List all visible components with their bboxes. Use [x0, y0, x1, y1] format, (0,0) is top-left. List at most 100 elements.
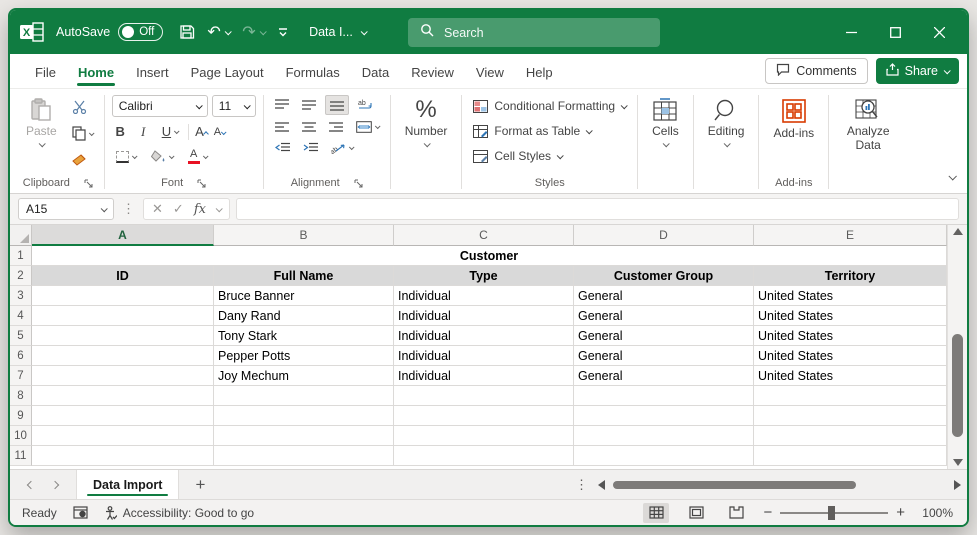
confirm-entry-icon[interactable]: ✓ [173, 201, 184, 217]
scroll-left-arrow[interactable] [598, 479, 605, 490]
cell-D11[interactable] [574, 446, 754, 466]
italic-button[interactable]: I [135, 124, 152, 140]
row-header-5[interactable]: 5 [10, 326, 32, 346]
format-painter-button[interactable] [68, 150, 97, 170]
cell-A11[interactable] [32, 446, 214, 466]
bold-button[interactable]: B [112, 124, 129, 139]
cell-D10[interactable] [574, 426, 754, 446]
namebox-splitter[interactable]: ⋮ [120, 201, 137, 217]
zoom-in-button[interactable]: + [896, 505, 905, 520]
align-left-button[interactable] [271, 118, 293, 136]
cell-C9[interactable] [394, 406, 574, 426]
page-break-preview-button[interactable] [723, 503, 749, 523]
increase-indent-button[interactable] [299, 139, 322, 157]
row-header-7[interactable]: 7 [10, 366, 32, 386]
underline-button[interactable]: U [158, 121, 182, 142]
cell-E7[interactable]: United States [754, 366, 947, 386]
row-header-3[interactable]: 3 [10, 286, 32, 306]
macro-record-button[interactable] [73, 506, 88, 519]
autosave-toggle[interactable]: Off [118, 23, 164, 41]
cell-C2[interactable]: Type [394, 266, 574, 286]
minimize-button[interactable] [829, 13, 873, 51]
normal-view-button[interactable] [643, 502, 670, 523]
scroll-down-arrow[interactable] [952, 459, 963, 466]
cell-D8[interactable] [574, 386, 754, 406]
tab-formulas[interactable]: Formulas [275, 57, 351, 86]
cell-E2[interactable]: Territory [754, 266, 947, 286]
cell-E3[interactable]: United States [754, 286, 947, 306]
sheet-tab-data-import[interactable]: Data Import [76, 470, 180, 499]
cell-D3[interactable]: General [574, 286, 754, 306]
cell-merged-title[interactable]: Customer [32, 246, 947, 266]
cell-B9[interactable] [214, 406, 394, 426]
zoom-slider-track[interactable] [780, 505, 889, 520]
cell-B6[interactable]: Pepper Potts [214, 346, 394, 366]
formula-input[interactable] [235, 198, 959, 220]
row-header-11[interactable]: 11 [10, 446, 32, 466]
zoom-slider-handle[interactable] [828, 505, 836, 520]
cell-B3[interactable]: Bruce Banner [214, 286, 394, 306]
font-color-button[interactable]: A [184, 146, 211, 167]
align-middle-button[interactable] [298, 96, 320, 114]
paste-button[interactable]: Paste [19, 93, 64, 152]
accessibility-status[interactable]: Accessibility: Good to go [104, 506, 254, 520]
cell-A9[interactable] [32, 406, 214, 426]
borders-button[interactable] [112, 148, 140, 166]
scroll-up-arrow[interactable] [952, 228, 963, 235]
editing-button[interactable]: Editing [701, 93, 752, 152]
align-bottom-button[interactable] [324, 95, 349, 115]
cut-button[interactable] [68, 97, 97, 117]
tab-review[interactable]: Review [400, 57, 465, 86]
cell-D9[interactable] [574, 406, 754, 426]
previous-sheet-button[interactable] [20, 478, 42, 492]
number-format-button[interactable]: % Number [398, 93, 455, 152]
addins-button[interactable]: Add-ins [766, 93, 821, 146]
cell-A5[interactable] [32, 326, 214, 346]
collapse-ribbon-button[interactable] [939, 167, 965, 193]
row-header-10[interactable]: 10 [10, 426, 32, 446]
merge-center-button[interactable] [352, 118, 383, 136]
save-button[interactable] [173, 20, 201, 44]
cell-A6[interactable] [32, 346, 214, 366]
fx-chevron-icon[interactable] [215, 204, 223, 212]
row-header-8[interactable]: 8 [10, 386, 32, 406]
quick-access-toolbar-icon[interactable] [271, 23, 295, 41]
fill-color-button[interactable] [147, 147, 177, 166]
horizontal-scrollbar[interactable] [611, 479, 948, 491]
conditional-formatting-button[interactable]: Conditional Formatting [469, 96, 630, 116]
zoom-out-button[interactable]: − [763, 505, 772, 520]
cell-D4[interactable]: General [574, 306, 754, 326]
cell-E8[interactable] [754, 386, 947, 406]
align-top-button[interactable] [271, 96, 293, 114]
copy-button[interactable] [68, 123, 97, 144]
align-right-button[interactable] [325, 118, 347, 136]
cell-B8[interactable] [214, 386, 394, 406]
cell-B4[interactable]: Dany Rand [214, 306, 394, 326]
orientation-button[interactable]: ab [327, 139, 357, 157]
next-sheet-button[interactable] [44, 478, 66, 492]
font-size-select[interactable]: 11 [211, 95, 256, 117]
cell-D6[interactable]: General [574, 346, 754, 366]
undo-button[interactable]: ↶ [201, 18, 236, 46]
cell-C4[interactable]: Individual [394, 306, 574, 326]
cells-button[interactable]: Cells [645, 93, 686, 152]
new-sheet-button[interactable]: + [181, 475, 219, 495]
cell-A10[interactable] [32, 426, 214, 446]
font-dialog-launcher[interactable] [197, 179, 206, 188]
select-all-corner[interactable] [10, 225, 32, 246]
vertical-scrollbar[interactable] [947, 225, 967, 469]
format-as-table-button[interactable]: Format as Table [469, 121, 630, 141]
redo-button[interactable]: ↷ [236, 18, 271, 46]
cell-E10[interactable] [754, 426, 947, 446]
maximize-button[interactable] [873, 13, 917, 51]
cell-A3[interactable] [32, 286, 214, 306]
column-header-D[interactable]: D [574, 225, 754, 246]
horizontal-scroll-thumb[interactable] [613, 480, 856, 489]
search-bar[interactable] [408, 18, 660, 47]
search-input[interactable] [444, 25, 624, 40]
vertical-scroll-thumb[interactable] [952, 333, 963, 437]
cell-B10[interactable] [214, 426, 394, 446]
cell-E11[interactable] [754, 446, 947, 466]
document-title[interactable]: Data I... [309, 25, 368, 39]
row-header-9[interactable]: 9 [10, 406, 32, 426]
